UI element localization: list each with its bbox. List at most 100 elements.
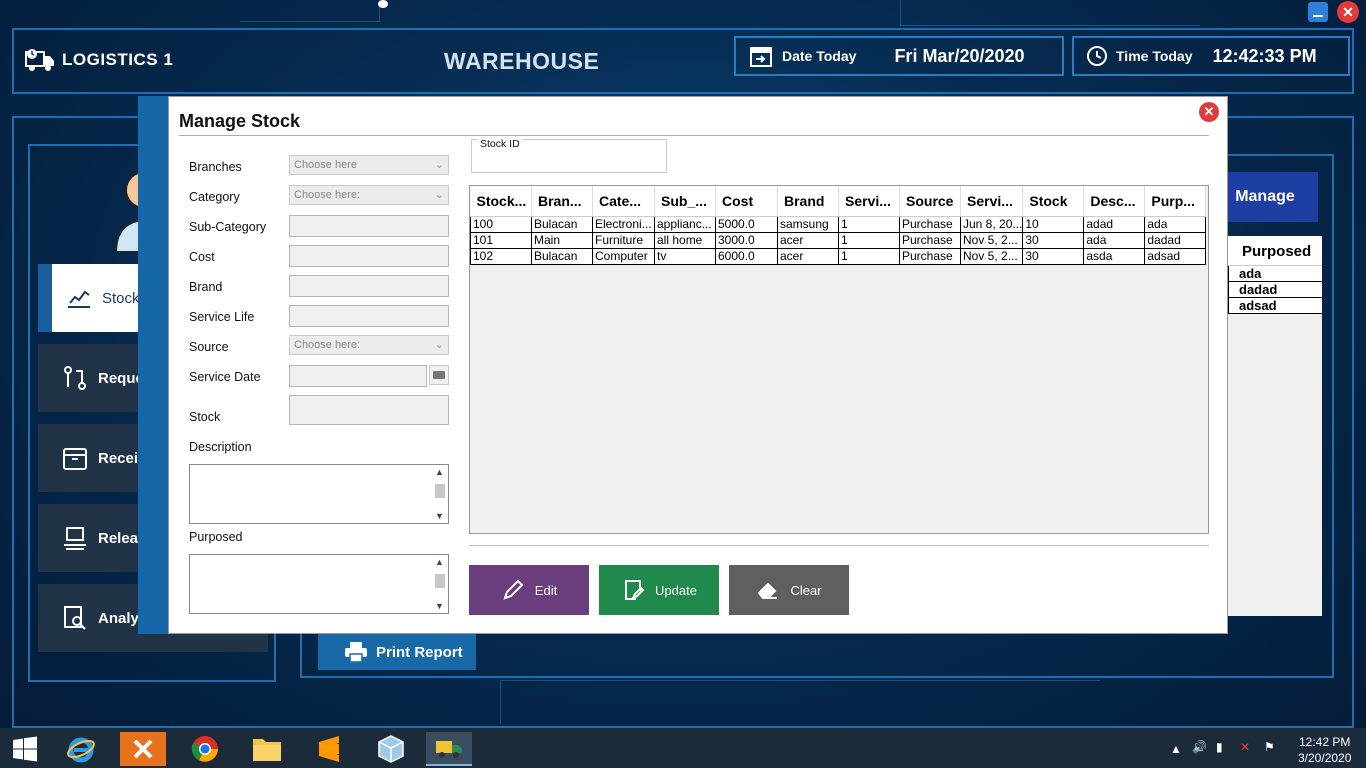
stock-label: Stock	[189, 410, 221, 424]
table-row[interactable]: ada	[1228, 266, 1322, 282]
scroll-down-icon[interactable]: ▼	[435, 601, 444, 611]
stock-input[interactable]	[289, 395, 449, 425]
table-cell: Purchase	[899, 247, 961, 265]
brand-input[interactable]	[289, 275, 449, 297]
table-row[interactable]: dadad	[1228, 282, 1322, 298]
pencil-icon	[503, 579, 524, 600]
divider	[179, 135, 1209, 136]
column-header[interactable]: Brand	[777, 186, 839, 217]
description-textarea[interactable]: ▲ ▼	[189, 464, 449, 524]
table-cell: Nov 5, 2...	[959, 247, 1024, 265]
subcategory-input[interactable]	[289, 215, 449, 237]
sidebar-item-label: Stock	[102, 289, 140, 307]
taskbar-sublime[interactable]	[306, 732, 352, 766]
scrollbar[interactable]: ▲ ▼	[433, 556, 447, 612]
table-cell: 3000.0	[715, 231, 778, 249]
print-report-button[interactable]: Print Report	[318, 634, 476, 670]
chevron-down-icon: ⌄	[434, 339, 444, 351]
edit-button[interactable]: Edit	[469, 565, 589, 615]
category-select[interactable]: Choose here: ⌄	[289, 185, 449, 205]
column-header[interactable]: Bran...	[531, 186, 593, 217]
column-header[interactable]: Servi...	[838, 186, 900, 217]
table-cell: Jun 8, 20...	[959, 215, 1024, 233]
start-button[interactable]	[2, 732, 48, 766]
source-label: Source	[189, 340, 229, 354]
taskbar-file-explorer[interactable]	[244, 732, 290, 766]
taskbar-virtualbox[interactable]	[368, 732, 414, 766]
table-cell: adad	[1083, 215, 1146, 233]
cost-input[interactable]	[289, 245, 449, 267]
table-cell: Bulacan	[531, 215, 593, 233]
purposed-textarea[interactable]: ▲ ▼	[189, 554, 449, 614]
clear-button[interactable]: Clear	[729, 565, 849, 615]
window-close-button[interactable]: ✕	[1337, 1, 1359, 23]
table-header-row: Stock... Bran... Cate... Sub_... Cost Br…	[470, 186, 1207, 217]
scroll-thumb[interactable]	[435, 484, 445, 498]
taskbar-logistics-app[interactable]	[426, 732, 472, 766]
divider	[469, 545, 1209, 546]
clear-label: Clear	[790, 582, 822, 598]
date-label: Date Today	[782, 48, 857, 64]
update-label: Update	[655, 582, 697, 598]
branches-select[interactable]: Choose here ⌄	[289, 155, 449, 175]
scroll-down-icon[interactable]: ▼	[435, 511, 444, 521]
table-cell: ada	[1083, 231, 1146, 249]
column-header[interactable]: Servi...	[960, 186, 1024, 217]
service-life-label: Service Life	[189, 310, 255, 324]
scroll-thumb[interactable]	[435, 574, 445, 588]
calendar-picker-button[interactable]	[429, 365, 449, 385]
update-button[interactable]: Update	[599, 565, 719, 615]
column-header[interactable]: Stock...	[470, 186, 532, 217]
internet-explorer-icon	[67, 737, 95, 763]
branches-label: Branches	[189, 160, 242, 174]
column-header[interactable]: Cost	[715, 186, 778, 217]
taskbar-xampp[interactable]	[120, 732, 166, 766]
table-row[interactable]: 101 Main Furniture all home 3000.0 acer …	[470, 231, 1207, 249]
taskbar-ie[interactable]	[58, 732, 104, 766]
table-cell: Electroni...	[592, 215, 655, 233]
table-cell: dadad	[1144, 231, 1207, 249]
printer-icon	[345, 642, 367, 663]
column-header[interactable]: Source	[899, 186, 961, 217]
column-header[interactable]: Cate...	[592, 186, 655, 217]
table-cell: Purchase	[899, 231, 961, 249]
column-header[interactable]: Purp...	[1144, 186, 1207, 217]
minimize-button[interactable]	[1308, 2, 1328, 22]
column-header[interactable]: Stock	[1022, 186, 1085, 217]
service-life-input[interactable]	[289, 305, 449, 327]
volume-icon[interactable]: 🔊	[1192, 740, 1207, 754]
taskbar-chrome[interactable]	[182, 732, 228, 766]
category-placeholder: Choose here:	[294, 189, 361, 201]
column-header[interactable]: Desc...	[1083, 186, 1146, 217]
background-purposed-table: Purposed ada dadad adsad	[1228, 236, 1322, 616]
taskbar-clock[interactable]: 12:42 PM 3/20/2020	[1298, 734, 1351, 766]
scroll-up-icon[interactable]: ▲	[435, 557, 444, 567]
source-select[interactable]: Choose here: ⌄	[289, 335, 449, 355]
table-cell: ada	[1144, 215, 1207, 233]
update-document-icon	[625, 580, 645, 601]
stock-id-field[interactable]: Stock ID	[471, 138, 667, 173]
service-date-input[interactable]	[289, 365, 427, 387]
table-cell: Main	[531, 231, 593, 249]
tray-chevron-up-icon[interactable]: ▲	[1170, 742, 1182, 756]
table-row[interactable]: 100 Bulacan Electroni... applianc... 500…	[470, 215, 1207, 233]
edit-label: Edit	[534, 582, 558, 598]
table-cell: 5000.0	[715, 215, 778, 233]
scrollbar[interactable]: ▲ ▼	[433, 466, 447, 522]
column-header[interactable]: Sub_...	[654, 186, 716, 217]
battery-icon[interactable]: ▮	[1216, 740, 1223, 754]
windows-logo-icon	[13, 736, 37, 762]
dialog-close-button[interactable]: ✕	[1199, 102, 1219, 122]
scroll-up-icon[interactable]: ▲	[435, 467, 444, 477]
table-row[interactable]: 102 Bulacan Computer tv 6000.0 acer 1 Pu…	[470, 247, 1207, 265]
time-value: 12:42:33 PM	[1212, 45, 1317, 66]
stock-table: Stock... Bran... Cate... Sub_... Cost Br…	[469, 185, 1209, 534]
analysis-icon	[64, 606, 86, 630]
action-center-flag-icon[interactable]: ⚑	[1264, 740, 1275, 754]
table-cell: 1	[838, 215, 900, 233]
date-box: Date Today Fri Mar/20/2020	[734, 36, 1064, 76]
table-row[interactable]: adsad	[1228, 298, 1322, 314]
network-disconnected-icon[interactable]: ✕	[1240, 740, 1250, 754]
cube-icon	[378, 735, 404, 763]
table-cell: Purchase	[899, 215, 961, 233]
